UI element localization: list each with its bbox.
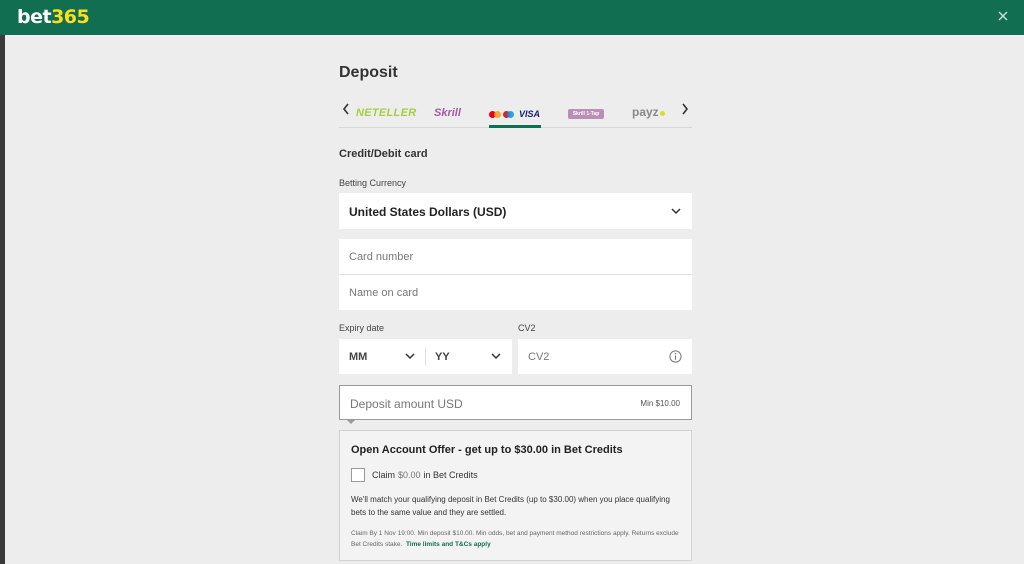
min-deposit-label: Min $10.00: [640, 399, 680, 408]
chevron-down-icon: [491, 353, 501, 360]
month-select[interactable]: MM: [349, 351, 367, 363]
claim-amount: $0.00: [398, 470, 421, 480]
chevron-right-icon[interactable]: [680, 102, 690, 116]
claim-text: Claim $0.00 in Bet Credits: [372, 470, 478, 480]
card-number-field[interactable]: Card number: [349, 251, 413, 263]
selected-method-indicator: [489, 125, 541, 128]
close-icon[interactable]: [996, 9, 1010, 23]
cv2-label: CV2: [518, 323, 536, 333]
page-title: Deposit: [339, 64, 398, 81]
open-account-offer: Open Account Offer - get up to $30.00 in…: [339, 430, 692, 561]
method-neteller[interactable]: NETELLER: [356, 107, 416, 119]
chevron-left-icon[interactable]: [341, 102, 351, 116]
method-payz[interactable]: payz: [632, 105, 665, 119]
deposit-placeholder: Deposit amount USD: [350, 397, 463, 411]
method-card[interactable]: VISA: [489, 109, 541, 121]
chevron-down-icon: [405, 353, 415, 360]
name-on-card-field[interactable]: Name on card: [349, 287, 418, 299]
bet365-logo[interactable]: bet365: [17, 6, 90, 28]
section-title: Credit/Debit card: [339, 148, 428, 160]
terms-link[interactable]: Time limits and T&Cs apply: [406, 541, 491, 548]
claim-checkbox[interactable]: [351, 468, 365, 482]
divider: [425, 347, 426, 366]
visa-label: VISA: [519, 109, 541, 119]
info-icon[interactable]: [669, 350, 682, 363]
offer-fine-print: Claim By 1 Nov 19:00. Min deposit $10.00…: [351, 530, 679, 548]
window-edge: [0, 0, 5, 564]
currency-select[interactable]: United States Dollars (USD): [339, 193, 692, 229]
payment-method-carousel: NETELLER Skrill VISA Skrill 1-Tap payz: [339, 98, 692, 128]
offer-title: Open Account Offer - get up to $30.00 in…: [351, 444, 623, 456]
currency-value: United States Dollars (USD): [349, 205, 507, 219]
offer-description: We'll match your qualifying deposit in B…: [351, 495, 670, 517]
method-skrill-1tap[interactable]: Skrill 1-Tap: [568, 109, 604, 119]
cv2-placeholder: CV2: [528, 351, 550, 363]
currency-label: Betting Currency: [339, 178, 407, 188]
year-select[interactable]: YY: [435, 351, 450, 363]
method-skrill[interactable]: Skrill: [434, 107, 461, 119]
expiry-label: Expiry date: [339, 323, 385, 333]
tooltip-caret: [347, 420, 355, 424]
card-details-box: Card number Name on card: [339, 239, 692, 310]
header-bar: bet365: [0, 0, 1024, 35]
divider: [339, 274, 692, 275]
deposit-amount-field[interactable]: Deposit amount USD Min $10.00: [339, 385, 692, 420]
expiry-select: MM YY: [339, 339, 512, 374]
cv2-field[interactable]: CV2: [518, 339, 692, 374]
chevron-down-icon: [671, 208, 681, 215]
